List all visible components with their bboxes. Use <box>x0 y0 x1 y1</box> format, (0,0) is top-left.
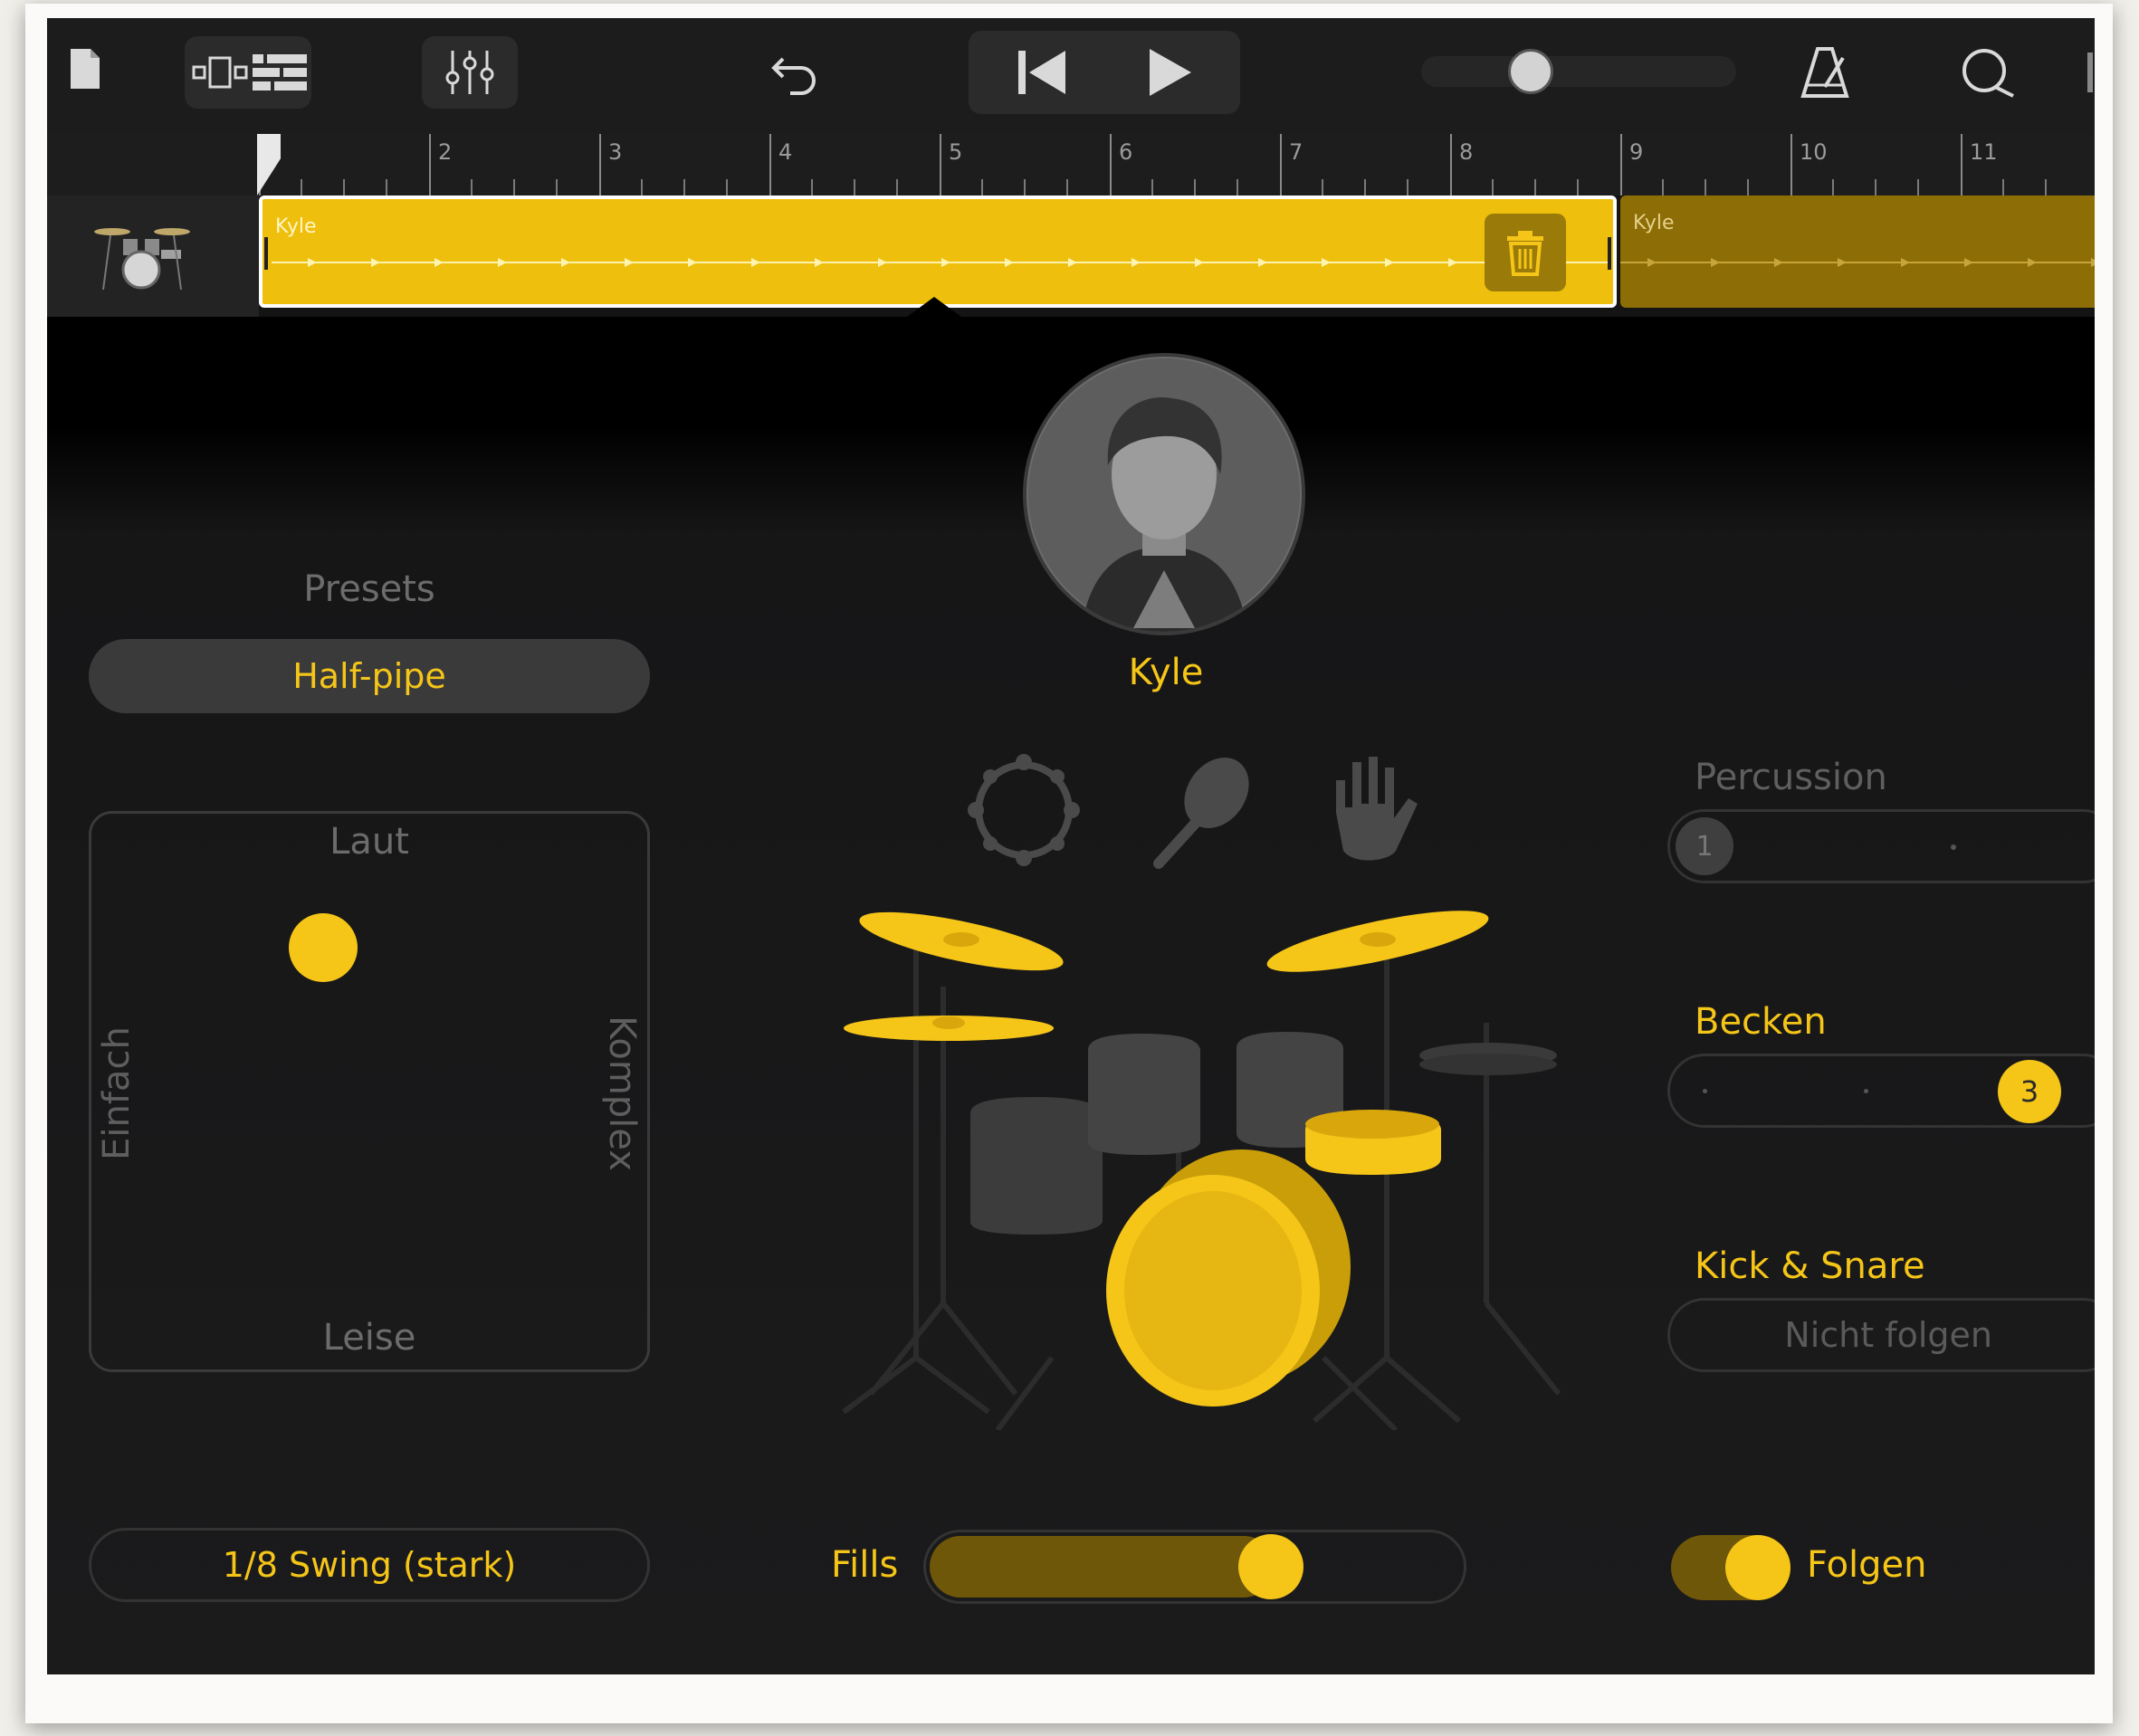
complexity-loudness-pad[interactable]: Laut Leise Einfach Komplex <box>89 811 650 1372</box>
document-icon[interactable] <box>67 45 103 92</box>
drummer-portrait <box>1028 358 1300 632</box>
pad-label-right: Komplex <box>601 1016 643 1171</box>
clap-hand-icon[interactable] <box>1318 749 1427 867</box>
preset-selector[interactable]: Half-pipe <box>89 639 650 713</box>
follow-label: Folgen <box>1807 1544 1927 1586</box>
toolbar <box>47 18 2095 134</box>
loop-icon[interactable] <box>1955 42 2019 103</box>
drummer-avatar[interactable] <box>1023 353 1305 635</box>
percussion-slider[interactable]: 1 <box>1667 809 2095 883</box>
percussion-knob[interactable]: 1 <box>1676 817 1733 875</box>
fills-slider[interactable] <box>923 1530 1466 1604</box>
slider-step-dot <box>1703 1089 1707 1093</box>
follow-toggle[interactable] <box>1671 1535 1790 1600</box>
trash-icon <box>1507 231 1543 276</box>
percussion-title: Percussion <box>1695 757 1887 798</box>
region-pattern <box>272 258 1611 267</box>
region-pointer <box>907 297 961 317</box>
drum-kit <box>842 911 1561 1430</box>
tracks-view-icon[interactable] <box>252 43 308 101</box>
timeline-ruler[interactable]: 1 2 3 4 5 6 7 8 9 10 11 <box>47 134 2095 196</box>
kick-snare-title: Kick & Snare <box>1695 1245 1925 1287</box>
drummer-track-lane[interactable]: Kyle Kyle <box>259 196 2095 317</box>
drum-kit-icon <box>94 228 190 291</box>
slider-step-dot <box>1864 1089 1868 1093</box>
becken-knob[interactable]: 3 <box>1998 1060 2061 1123</box>
fills-slider-knob[interactable] <box>1238 1534 1303 1599</box>
region-label: Kyle <box>275 215 317 238</box>
drummer-region[interactable]: Kyle <box>1620 196 2095 308</box>
drummer-track-header[interactable] <box>47 196 259 317</box>
pad-label-left: Einfach <box>96 1026 138 1160</box>
kick-snare-follow-selector[interactable]: Nicht folgen <box>1667 1298 2095 1372</box>
becken-slider[interactable]: 3 <box>1667 1054 2095 1128</box>
ruler-ticks <box>301 179 2047 196</box>
pad-puck[interactable] <box>289 913 358 982</box>
slider-step-dot <box>1951 844 1956 850</box>
fills-label: Fills <box>831 1544 899 1586</box>
rack-tom-left[interactable] <box>1088 1034 1200 1155</box>
follow-toggle-knob[interactable] <box>1725 1535 1790 1600</box>
garageband-window: 1 2 3 4 5 6 7 8 9 10 11 <box>47 18 2095 1674</box>
rewind-icon[interactable] <box>981 36 1103 109</box>
metronome-icon[interactable] <box>1794 42 1856 103</box>
pad-label-bottom: Leise <box>322 1317 416 1359</box>
drummer-editor: Kyle Presets Half-pipe Laut Leise Einfac… <box>47 317 2095 1674</box>
volume-knob[interactable] <box>1508 49 1553 94</box>
maraca-icon[interactable] <box>1142 751 1260 869</box>
undo-icon[interactable] <box>764 43 826 101</box>
master-volume-slider[interactable] <box>1421 49 1736 94</box>
region-label: Kyle <box>1633 212 1675 234</box>
tambourine-icon[interactable] <box>965 751 1083 869</box>
pad-label-top: Laut <box>329 821 409 863</box>
region-right-handle[interactable] <box>1608 237 1611 270</box>
view-toggle-icon[interactable] <box>190 43 250 101</box>
delete-region-button[interactable] <box>1485 214 1566 291</box>
drummer-name: Kyle <box>1128 652 1204 693</box>
floor-tom[interactable] <box>970 1097 1103 1235</box>
swing-selector[interactable]: 1/8 Swing (stark) <box>89 1528 650 1602</box>
drummer-region-selected[interactable]: Kyle <box>259 196 1617 308</box>
becken-title: Becken <box>1695 1001 1827 1043</box>
more-icon[interactable] <box>2087 52 2093 92</box>
mixer-icon[interactable] <box>433 43 507 101</box>
presets-title: Presets <box>303 568 435 610</box>
region-pattern <box>1620 258 2095 267</box>
region-left-handle[interactable] <box>264 237 268 270</box>
fills-slider-fill <box>930 1536 1275 1598</box>
play-icon[interactable] <box>1106 36 1233 109</box>
